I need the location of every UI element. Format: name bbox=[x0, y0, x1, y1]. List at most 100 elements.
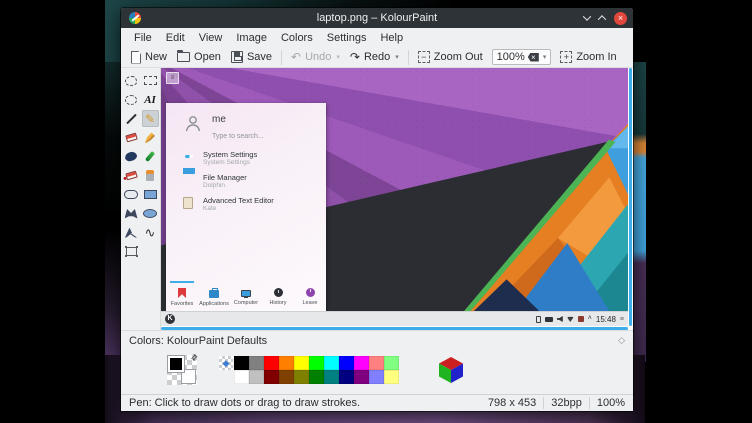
flood-fill-tool[interactable] bbox=[123, 148, 140, 165]
user-avatar-icon bbox=[183, 113, 203, 133]
clear-text-icon[interactable]: × bbox=[528, 53, 539, 62]
palette-color-swatch[interactable] bbox=[309, 356, 324, 370]
leave-icon bbox=[306, 288, 315, 297]
palette-color-swatch[interactable] bbox=[249, 356, 264, 370]
transparent-color-cell[interactable]: ◆ bbox=[219, 356, 233, 370]
brush-tool[interactable] bbox=[142, 129, 159, 146]
dock-float-icon[interactable]: ◇ bbox=[618, 335, 625, 347]
zoom-level-combobox[interactable]: 100% × ▾ bbox=[492, 49, 552, 65]
color-picker-tool[interactable] bbox=[142, 148, 159, 165]
palette-color-swatch[interactable] bbox=[354, 370, 369, 384]
text-tool[interactable]: AI bbox=[142, 91, 159, 108]
minimize-button[interactable] bbox=[584, 12, 590, 24]
launcher-tab-label: Leave bbox=[303, 300, 318, 306]
applications-icon bbox=[209, 290, 219, 298]
palette-color-swatch[interactable] bbox=[234, 370, 249, 384]
rectangle-icon bbox=[144, 190, 157, 199]
palette-color-swatch[interactable] bbox=[369, 370, 384, 384]
titlebar[interactable]: laptop.png – KolourPaint × bbox=[121, 8, 633, 28]
toolbar: New Open Save ↶ Undo ▾ ↷ Redo ▾ bbox=[121, 47, 633, 68]
zoom-in-label: Zoom In bbox=[576, 51, 616, 63]
launcher-tab-applications: Applications bbox=[198, 281, 230, 307]
rectangular-selection-tool[interactable] bbox=[142, 72, 159, 89]
palette-color-swatch[interactable] bbox=[369, 356, 384, 370]
palette-color-swatch[interactable] bbox=[264, 370, 279, 384]
menu-edit[interactable]: Edit bbox=[159, 30, 192, 46]
palette-color-swatch[interactable] bbox=[324, 356, 339, 370]
zoom-out-label: Zoom Out bbox=[434, 51, 483, 63]
maximize-button[interactable] bbox=[599, 12, 605, 24]
line-tool[interactable] bbox=[123, 110, 140, 127]
palette-color-swatch[interactable] bbox=[279, 356, 294, 370]
chevron-up-icon bbox=[598, 15, 606, 23]
ellipse-tool[interactable] bbox=[142, 205, 159, 222]
free-form-selection-tool[interactable] bbox=[123, 72, 140, 89]
toolbar-separator bbox=[281, 50, 282, 65]
rectangle-tool[interactable] bbox=[142, 186, 159, 203]
palette-color-swatch[interactable] bbox=[339, 370, 354, 384]
undo-arrow-icon: ↶ bbox=[291, 52, 301, 62]
spraycan-icon bbox=[146, 170, 154, 181]
redo-dropdown-icon[interactable]: ▾ bbox=[395, 53, 399, 61]
palette-color-swatch[interactable] bbox=[324, 370, 339, 384]
redo-button[interactable]: ↷ Redo ▾ bbox=[345, 49, 404, 65]
menu-colors[interactable]: Colors bbox=[274, 30, 320, 46]
undo-button[interactable]: ↶ Undo ▾ bbox=[286, 49, 345, 65]
connected-lines-tool[interactable] bbox=[123, 224, 140, 241]
history-icon bbox=[274, 288, 283, 297]
swap-colors-icon[interactable]: ⇄ bbox=[189, 352, 200, 363]
menu-settings[interactable]: Settings bbox=[320, 30, 374, 46]
open-button[interactable]: Open bbox=[172, 49, 226, 65]
image-canvas[interactable]: ≡ me Type to search... System SettingsSy… bbox=[161, 68, 628, 326]
eraser-tool[interactable] bbox=[123, 129, 140, 146]
new-button[interactable]: New bbox=[126, 49, 172, 66]
zoom-in-button[interactable]: + Zoom In bbox=[555, 49, 621, 65]
menu-image[interactable]: Image bbox=[229, 30, 274, 46]
foreground-background-swatches[interactable]: ⇄ bbox=[167, 355, 197, 385]
folder-view-widget: ≡ bbox=[166, 72, 179, 84]
chevron-down-icon[interactable]: ▾ bbox=[543, 53, 547, 61]
palette-color-swatch[interactable] bbox=[294, 370, 309, 384]
menu-help[interactable]: Help bbox=[373, 30, 410, 46]
palette-color-swatch[interactable] bbox=[309, 370, 324, 384]
color-eraser-tool[interactable] bbox=[123, 167, 140, 184]
color-eraser-icon bbox=[125, 171, 138, 181]
pen-icon: ✎ bbox=[145, 113, 155, 125]
toolbar-separator bbox=[408, 50, 409, 65]
free-form-selection-icon bbox=[125, 76, 137, 86]
launcher-tab-favorites: Favorites bbox=[166, 281, 198, 307]
vertical-scrollbar[interactable] bbox=[629, 68, 632, 326]
statusbar: Pen: Click to draw dots or drag to draw … bbox=[121, 394, 633, 411]
palette-color-swatch[interactable] bbox=[354, 356, 369, 370]
spraycan-tool[interactable] bbox=[142, 167, 159, 184]
curve-tool[interactable]: ∿ bbox=[142, 224, 159, 241]
menu-file[interactable]: File bbox=[127, 30, 159, 46]
zoom-tool[interactable] bbox=[123, 243, 140, 260]
panel-handle-icon: ≡ bbox=[620, 316, 624, 323]
palette-color-swatch[interactable] bbox=[279, 370, 294, 384]
zoom-in-icon: + bbox=[560, 51, 572, 63]
zoom-out-icon: − bbox=[418, 51, 430, 63]
palette-color-swatch[interactable] bbox=[234, 356, 249, 370]
close-button[interactable]: × bbox=[614, 12, 627, 25]
polygon-tool[interactable] bbox=[123, 205, 140, 222]
palette-color-swatch[interactable] bbox=[384, 370, 399, 384]
palette-color-swatch[interactable] bbox=[264, 356, 279, 370]
palette-color-swatch[interactable] bbox=[249, 370, 264, 384]
eraser-icon bbox=[125, 133, 138, 143]
palette-color-swatch[interactable] bbox=[339, 356, 354, 370]
rounded-rectangle-tool[interactable] bbox=[123, 186, 140, 203]
chevron-down-icon bbox=[583, 12, 591, 20]
palette-color-swatch[interactable] bbox=[384, 356, 399, 370]
pen-tool[interactable]: ✎ bbox=[142, 110, 159, 127]
zoom-out-button[interactable]: − Zoom Out bbox=[413, 49, 488, 65]
elliptical-selection-tool[interactable] bbox=[123, 91, 140, 108]
color-similarity-cube[interactable] bbox=[439, 357, 463, 383]
save-button[interactable]: Save bbox=[226, 49, 277, 65]
menu-view[interactable]: View bbox=[192, 30, 230, 46]
network-tray-icon bbox=[567, 316, 574, 322]
palette-color-swatch[interactable] bbox=[294, 356, 309, 370]
foreground-color-swatch[interactable] bbox=[168, 356, 184, 372]
undo-dropdown-icon[interactable]: ▾ bbox=[336, 53, 340, 61]
notifier-tray-icon bbox=[578, 316, 584, 322]
